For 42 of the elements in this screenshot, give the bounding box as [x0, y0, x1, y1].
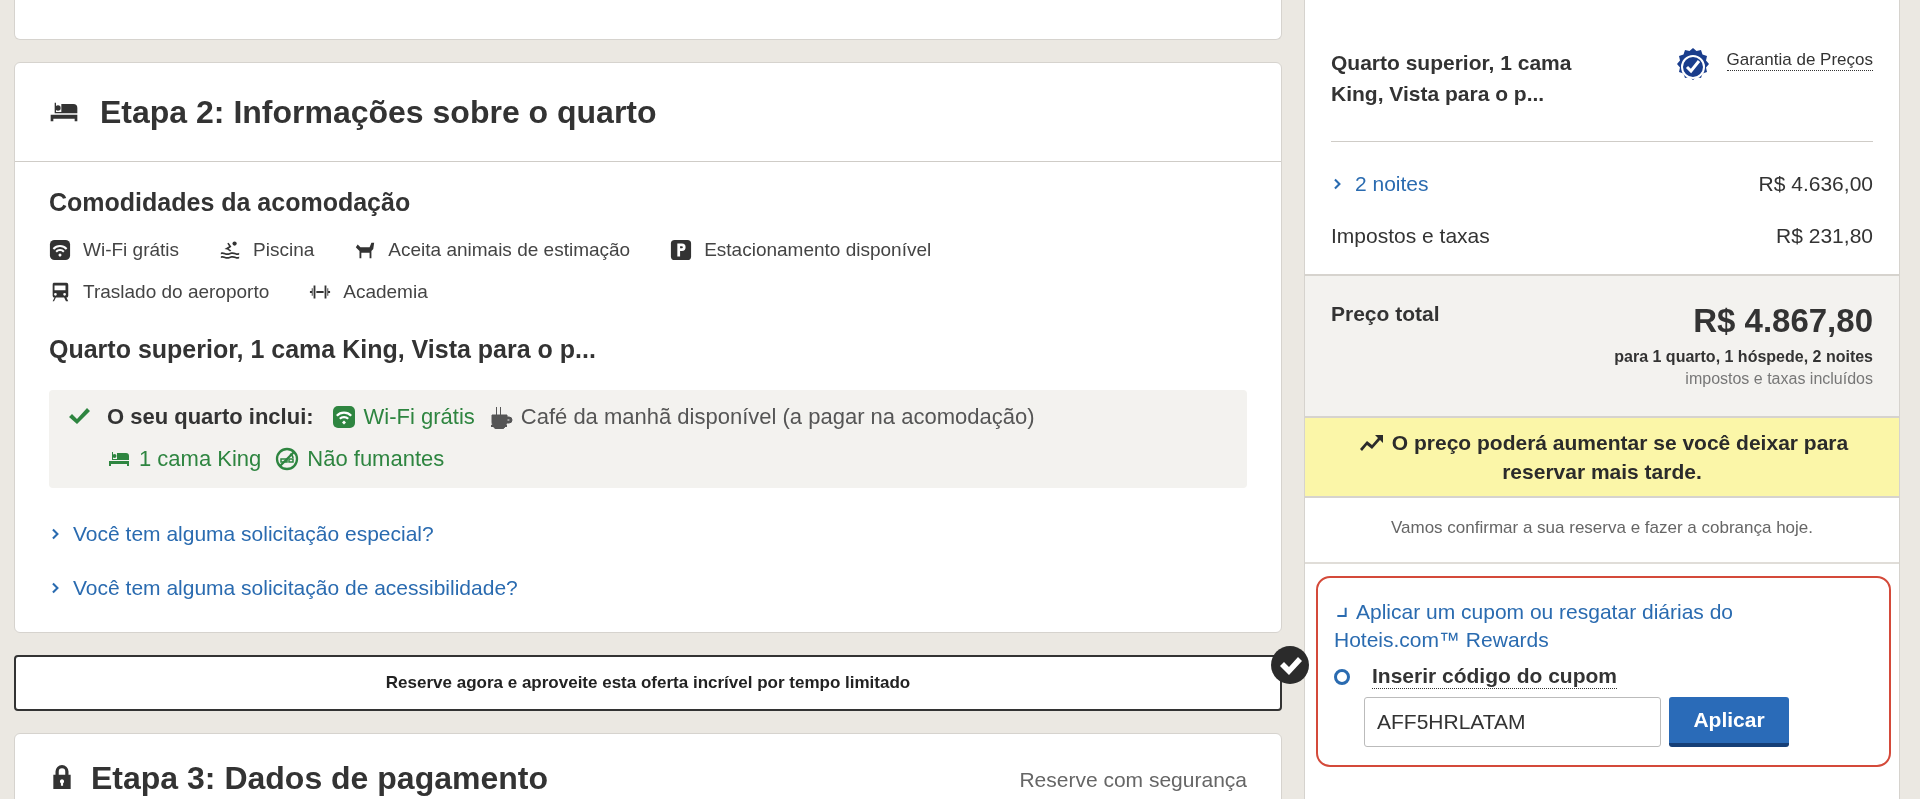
coupon-code-field[interactable]: AFF5HRLATAM — [1364, 697, 1661, 747]
amenity-label: Estacionamento disponível — [704, 239, 932, 261]
confirm-note: Vamos confirmar a sua reserva e fazer a cobrança hoje. — [1305, 498, 1899, 564]
stay-details: para 1 quarto, 1 hóspede, 2 noites — [1613, 348, 1873, 366]
coffee-cup-icon — [488, 405, 513, 429]
room-name: Quarto superior, 1 cama King, Vista para o p... — [1331, 50, 1573, 107]
parking-icon — [670, 239, 693, 261]
amenity-label: Academia — [343, 281, 428, 303]
radio-button[interactable] — [1334, 668, 1350, 685]
coupon-toggle-link[interactable]: Aplicar um cupom ou resgatar diárias do Hoteis.com™ Rewards — [1334, 598, 1789, 654]
included-feature: Não fumantes — [307, 446, 445, 472]
secure-note: Reserve com segurança — [1019, 768, 1247, 792]
nights-link[interactable]: 2 noites — [1331, 172, 1429, 196]
line-amount: R$ 4.636,00 — [1758, 172, 1873, 196]
line-amount: R$ 231,80 — [1776, 224, 1873, 248]
price-alert-text: O preço poderá aumentar se você deixar para reservar mais tarde. — [1391, 431, 1849, 483]
section-heading: Comodidades da acomodação — [49, 188, 412, 217]
tax-note: impostos e taxas incluídos — [1684, 370, 1873, 388]
price-guarantee-link[interactable]: Garantia de Preços — [1726, 50, 1873, 71]
includes-label: O seu quarto inclui: — [107, 404, 314, 430]
expand-link[interactable]: Você tem alguma solicitação especial? — [49, 522, 434, 546]
included-feature: 1 cama King — [139, 446, 262, 472]
included-feature: Wi-Fi grátis — [363, 404, 475, 430]
line-label: Impostos e taxas — [1331, 224, 1490, 248]
step-title: Etapa 2: Informações sobre o quarto — [100, 93, 657, 131]
wifi-icon — [49, 239, 71, 261]
total-label: Preço total — [1331, 302, 1440, 326]
offer-banner: Reserve agora e aproveite esta oferta incrível por tempo limitado — [14, 655, 1282, 711]
amenity-label: Traslado do aeroporto — [83, 281, 270, 303]
wifi-icon — [331, 405, 356, 429]
expand-link[interactable]: Você tem alguma solicitação de acessibilidade? — [49, 576, 518, 600]
amenity-label: Piscina — [253, 239, 315, 261]
no-smoking-icon — [275, 447, 300, 471]
amenity-label: Wi-Fi grátis — [83, 239, 180, 261]
radio-label: Inserir código do cupom — [1372, 664, 1618, 689]
included-feature: Café da manhã disponível (a pagar na acomodação) — [520, 404, 1035, 430]
step-title: Etapa 3: Dados de pagamento — [91, 760, 549, 797]
room-name: Quarto superior, 1 cama King, Vista para o p... — [49, 335, 597, 364]
pool-icon — [219, 239, 242, 261]
amenity-label: Aceita animais de estimação — [388, 239, 631, 261]
apply-button[interactable]: Aplicar — [1669, 697, 1789, 747]
total-price: R$ 4.867,80 — [1693, 302, 1873, 340]
